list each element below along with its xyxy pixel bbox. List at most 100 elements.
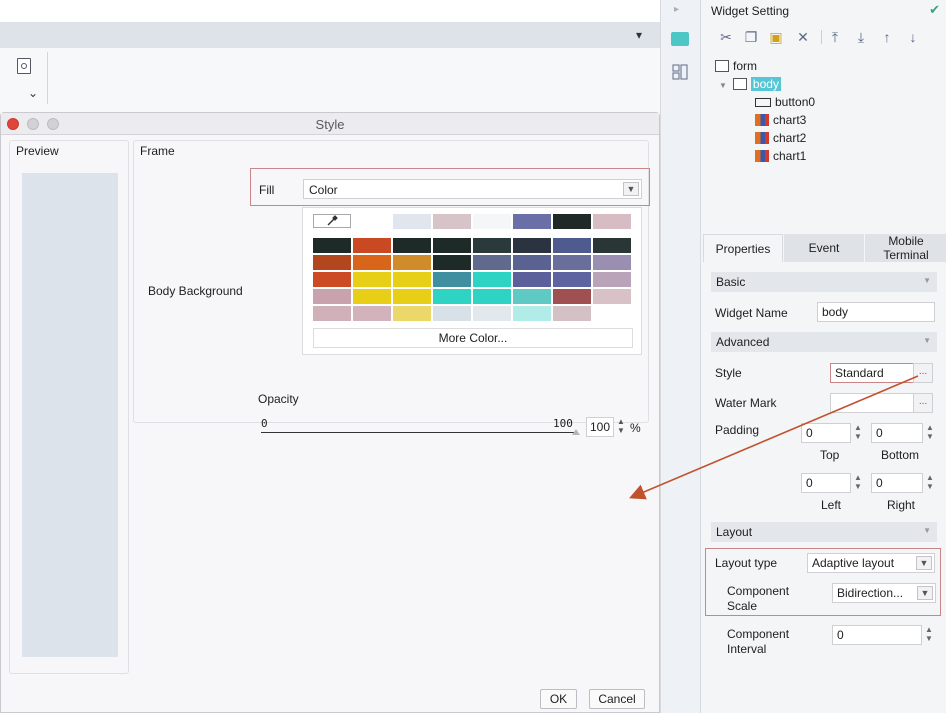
- move-top-icon[interactable]: ⤒: [826, 28, 844, 46]
- color-swatch[interactable]: [513, 255, 551, 270]
- layout-grid-icon[interactable]: [672, 64, 688, 80]
- color-swatch[interactable]: [593, 306, 631, 321]
- color-swatch[interactable]: [393, 238, 431, 253]
- cut-icon[interactable]: ✂: [717, 28, 735, 46]
- tree-node-form[interactable]: form: [715, 59, 757, 75]
- padding-left-stepper[interactable]: ▲ ▼: [852, 473, 864, 493]
- water-mark-input[interactable]: [830, 393, 914, 413]
- chevron-down-icon[interactable]: ⌄: [28, 86, 38, 100]
- tab-event[interactable]: Event: [784, 234, 864, 262]
- color-swatch[interactable]: [433, 289, 471, 304]
- collapse-arrow-icon[interactable]: ▸: [674, 4, 679, 15]
- move-down-icon[interactable]: ↓: [904, 28, 922, 46]
- color-swatch[interactable]: [473, 272, 511, 287]
- color-swatch[interactable]: [513, 272, 551, 287]
- water-mark-ellipsis-button[interactable]: ...: [913, 393, 933, 413]
- color-swatch[interactable]: [393, 214, 431, 229]
- eyedropper-icon[interactable]: [313, 214, 351, 228]
- color-swatch[interactable]: [393, 289, 431, 304]
- more-color-button[interactable]: More Color...: [313, 328, 633, 348]
- tree-node-button0[interactable]: button0: [755, 95, 815, 111]
- color-swatch[interactable]: [313, 306, 351, 321]
- color-swatch[interactable]: [433, 238, 471, 253]
- chevron-down-icon[interactable]: ▼: [917, 586, 933, 600]
- widget-panel-icon[interactable]: [671, 32, 689, 46]
- widget-name-input[interactable]: body: [817, 302, 935, 322]
- padding-right-stepper[interactable]: ▲ ▼: [924, 473, 936, 493]
- opacity-slider-thumb[interactable]: [572, 429, 580, 435]
- section-basic[interactable]: Basic ▼: [711, 272, 937, 292]
- ok-button[interactable]: OK: [540, 689, 577, 709]
- fill-select[interactable]: Color ▼: [303, 179, 642, 199]
- padding-top-stepper[interactable]: ▲ ▼: [852, 423, 864, 443]
- color-swatch[interactable]: [393, 255, 431, 270]
- chevron-down-icon[interactable]: ▼: [923, 336, 931, 345]
- color-swatch[interactable]: [313, 289, 351, 304]
- color-swatch[interactable]: [433, 306, 471, 321]
- tab-mobile-terminal[interactable]: Mobile Terminal: [865, 234, 946, 262]
- tree-node-body[interactable]: ▼ body: [719, 77, 781, 93]
- color-swatch[interactable]: [553, 238, 591, 253]
- copy-icon[interactable]: ❐: [742, 28, 760, 46]
- padding-top-input[interactable]: 0: [801, 423, 851, 443]
- section-layout[interactable]: Layout ▼: [711, 522, 937, 542]
- delete-icon[interactable]: ✕: [794, 28, 812, 46]
- color-swatch[interactable]: [593, 272, 631, 287]
- confirm-check-icon[interactable]: ✔: [929, 2, 940, 18]
- color-swatch[interactable]: [473, 238, 511, 253]
- color-swatch[interactable]: [473, 306, 511, 321]
- color-swatch[interactable]: [553, 289, 591, 304]
- padding-bottom-stepper[interactable]: ▲ ▼: [924, 423, 936, 443]
- tree-node-chart1[interactable]: chart1: [755, 149, 806, 165]
- section-advanced[interactable]: Advanced ▼: [711, 332, 937, 352]
- color-swatch[interactable]: [553, 272, 591, 287]
- color-swatch[interactable]: [353, 255, 391, 270]
- component-scale-select[interactable]: Bidirection... ▼: [832, 583, 936, 603]
- document-search-icon[interactable]: [17, 58, 31, 74]
- color-swatch[interactable]: [393, 272, 431, 287]
- pin-icon[interactable]: ▾: [636, 28, 642, 42]
- chevron-down-icon[interactable]: ▼: [623, 182, 639, 196]
- chevron-down-icon[interactable]: ▼: [923, 526, 931, 535]
- padding-bottom-input[interactable]: 0: [871, 423, 923, 443]
- color-swatch[interactable]: [513, 238, 551, 253]
- color-swatch[interactable]: [513, 306, 551, 321]
- color-swatch[interactable]: [473, 214, 511, 229]
- color-swatch[interactable]: [353, 272, 391, 287]
- padding-right-input[interactable]: 0: [871, 473, 923, 493]
- color-swatch[interactable]: [553, 306, 591, 321]
- color-swatch[interactable]: [593, 214, 631, 229]
- color-swatch[interactable]: [433, 255, 471, 270]
- color-swatch[interactable]: [473, 255, 511, 270]
- move-up-icon[interactable]: ↑: [878, 28, 896, 46]
- color-swatch[interactable]: [313, 238, 351, 253]
- layout-type-select[interactable]: Adaptive layout ▼: [807, 553, 935, 573]
- style-ellipsis-button[interactable]: ...: [913, 363, 933, 383]
- chevron-down-icon[interactable]: ▼: [916, 556, 932, 570]
- color-swatch[interactable]: [353, 289, 391, 304]
- dialog-titlebar[interactable]: Style: [1, 113, 659, 135]
- expand-arrow-icon[interactable]: ▼: [719, 81, 727, 90]
- tree-node-chart3[interactable]: chart3: [755, 113, 806, 129]
- style-input[interactable]: Standard: [830, 363, 914, 383]
- opacity-input[interactable]: 100: [586, 417, 614, 437]
- chevron-down-icon[interactable]: ▼: [923, 276, 931, 285]
- color-swatch[interactable]: [313, 255, 351, 270]
- color-swatch[interactable]: [353, 306, 391, 321]
- padding-left-input[interactable]: 0: [801, 473, 851, 493]
- component-interval-input[interactable]: 0: [832, 625, 922, 645]
- color-swatch[interactable]: [353, 238, 391, 253]
- color-swatch[interactable]: [513, 214, 551, 229]
- color-swatch[interactable]: [553, 255, 591, 270]
- component-interval-stepper[interactable]: ▲ ▼: [923, 625, 935, 645]
- opacity-slider-track[interactable]: [261, 432, 578, 433]
- move-bottom-icon[interactable]: ⤓: [852, 28, 870, 46]
- color-swatch[interactable]: [433, 272, 471, 287]
- paste-icon[interactable]: ▣: [767, 28, 785, 46]
- color-swatch[interactable]: [473, 289, 511, 304]
- cancel-button[interactable]: Cancel: [589, 689, 645, 709]
- color-swatch[interactable]: [313, 272, 351, 287]
- opacity-stepper[interactable]: ▲ ▼: [615, 417, 627, 437]
- tab-properties[interactable]: Properties: [703, 234, 783, 262]
- color-swatch[interactable]: [433, 214, 471, 229]
